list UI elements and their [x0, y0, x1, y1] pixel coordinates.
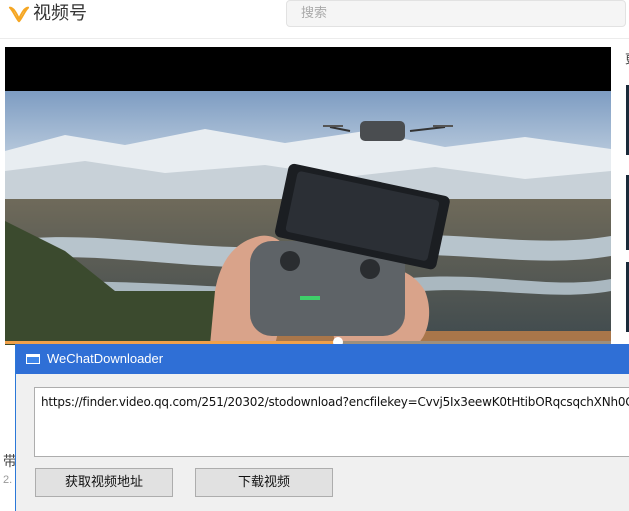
downloader-window: WeChatDownloader https://finder.video.qq…	[15, 344, 629, 511]
search-input[interactable]: 搜索	[286, 0, 626, 27]
video-player[interactable]	[5, 47, 611, 345]
top-header: 视频号 搜索	[0, 0, 629, 39]
video-frame	[5, 91, 611, 345]
window-titlebar[interactable]: WeChatDownloader	[16, 344, 629, 374]
window-app-icon	[26, 354, 40, 364]
app-name[interactable]: 视频号	[33, 2, 87, 26]
download-video-button[interactable]: 下载视频	[195, 468, 333, 497]
channels-logo-icon[interactable]	[8, 3, 30, 25]
url-field[interactable]: https://finder.video.qq.com/251/20302/st…	[34, 387, 629, 457]
get-video-address-button[interactable]: 获取视频地址	[35, 468, 173, 497]
video-meta-partial: 2.	[3, 474, 13, 486]
related-videos-label: 更	[625, 50, 629, 67]
window-title: WeChatDownloader	[47, 351, 164, 366]
